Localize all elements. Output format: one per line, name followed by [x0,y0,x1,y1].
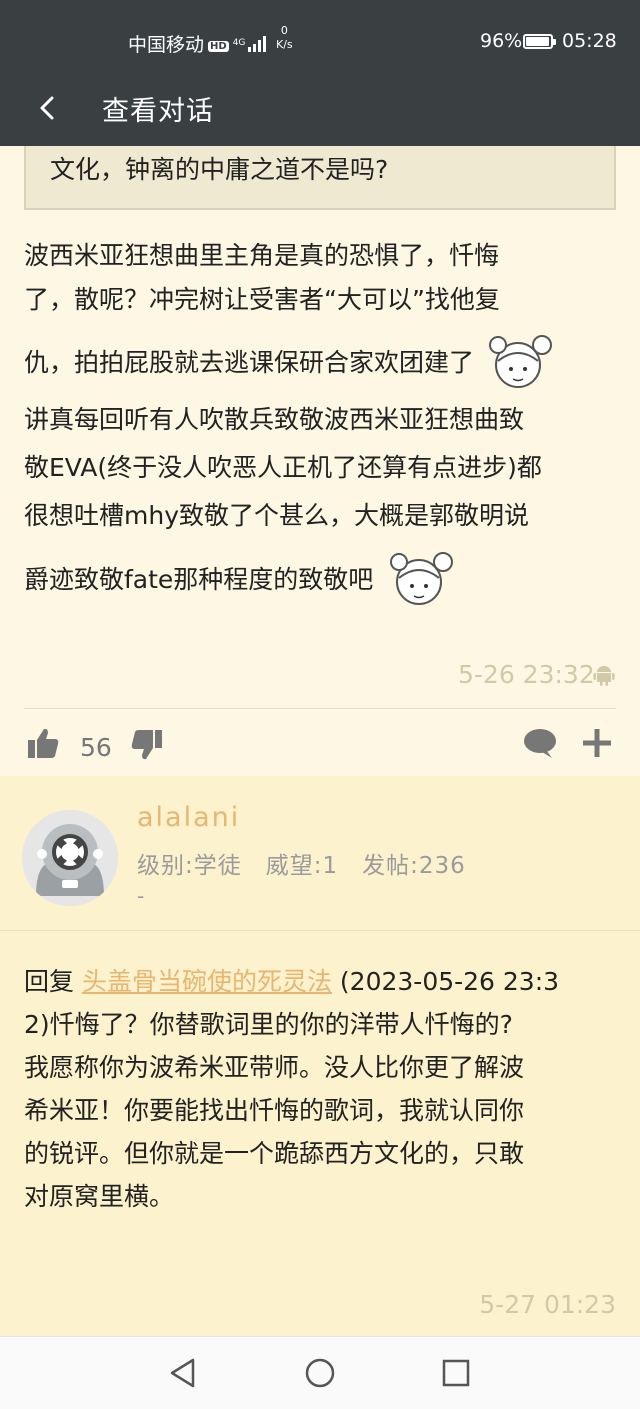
clock: 05:28 [562,30,617,52]
post-line-with-sticker: 爵迹致敬fate那种程度的致敬吧 [24,540,616,620]
post-time: 5-26 23:32 [458,660,595,689]
add-icon[interactable] [582,728,612,758]
post-line: 敬EVA(终于没人吹恶人正机了还算有点进步)都 [24,453,542,482]
post-line: 了，散呢？冲完树让受害者“大可以”找他复 [24,285,500,314]
post-line: 2)忏悔了？你替歌词里的你的洋带人忏悔的? [24,1010,513,1039]
avatar[interactable] [22,810,118,906]
reply-content: 回复 头盖骨当碗使的死灵法 (2023-05-26 23:3 2)忏悔了？你替歌… [24,960,616,1218]
hd-badge: HD [208,41,229,52]
user-prestige: 威望:1 [265,853,339,879]
like-count: 56 [80,733,112,762]
nav-home-icon[interactable] [304,1357,336,1389]
carrier-label: 中国移动 HD 4G [128,30,269,57]
post-line: 回复 头盖骨当碗使的死灵法 (2023-05-26 23:3 [24,960,616,1003]
post-line: 希米亚！你要能找出忏悔的歌词，我就认同你 [24,1096,525,1125]
sticker-emoji-icon [488,335,552,388]
net-speed-unit: K/s [276,38,293,51]
network-type: 4G [232,38,246,48]
user-post-count: 发帖:236 [362,853,466,879]
post-line: 讲真每回听有人吹散兵致敬波西米亚狂想曲致 [24,405,525,434]
quoted-post: 文化，钟离的中庸之道不是吗? [24,146,616,210]
sticker-emoji-icon [390,552,454,605]
net-speed: 0 K/s [276,24,293,52]
battery-icon [523,34,556,49]
battery-level [526,37,550,46]
user-info: alalani 级别:学徒 威望:1 发帖:236 - [0,776,640,931]
diving-helmet-icon [22,810,118,906]
quoted-text: 文化，钟离的中庸之道不是吗? [50,155,389,184]
user-signature: - [137,884,145,908]
post-line: 很想吐槽mhy致敬了个甚么，大概是郭敬明说 [24,501,529,530]
reply-prefix: 回复 [24,967,82,996]
post-line: 爵迹致敬fate那种程度的致敬吧 [24,565,374,594]
thumbs-up-icon[interactable] [26,726,60,760]
signal-icon [248,36,267,52]
post-line: 的锐评。但你就是一个跪舔西方文化的，只敢 [24,1139,525,1168]
username[interactable]: alalani [137,802,240,833]
android-icon [593,666,615,686]
divider [24,708,616,709]
carrier-name: 中国移动 [128,34,205,56]
nav-back-icon[interactable] [168,1357,198,1389]
app-header: 中国移动 HD 4G 0 K/s 96% 05:28 查看对话 [0,0,640,146]
post-line-with-sticker: 仇，拍拍屁股就去逃课保研合家欢团建了 [24,326,616,400]
battery-percent: 96% [480,30,523,52]
post-line: 仇，拍拍屁股就去逃课保研合家欢团建了 [24,348,475,377]
page-title: 查看对话 [102,96,214,127]
reply-time: 5-27 01:23 [479,1290,616,1319]
user-stats: 级别:学徒 威望:1 发帖:236 [137,846,466,880]
net-speed-value: 0 [280,24,288,37]
user-level: 级别:学徒 [137,853,242,879]
reply-date: (2023-05-26 23:3 [331,967,560,996]
comment-icon[interactable] [522,726,558,760]
system-nav-bar [0,1336,640,1409]
thumbs-down-icon[interactable] [130,728,164,762]
post-line: 我愿称你为波希米亚带师。没人比你更了解波 [24,1053,525,1082]
post-line: 波西米亚狂想曲里主角是真的恐惧了，忏悔 [24,241,500,270]
reply-to-user-link[interactable]: 头盖骨当碗使的死灵法 [82,967,332,996]
nav-recents-icon[interactable] [441,1358,471,1388]
post-content: 波西米亚狂想曲里主角是真的恐惧了，忏悔 了，散呢？冲完树让受害者“大可以”找他复… [24,236,616,620]
reply-post: alalani 级别:学徒 威望:1 发帖:236 - 回复 头盖骨当碗使的死灵法 … [0,776,640,1336]
post-line: 对原窝里横。 [24,1182,175,1211]
status-bar: 中国移动 HD 4G 0 K/s 96% 05:28 [0,22,640,62]
back-arrow-icon[interactable] [36,90,60,126]
